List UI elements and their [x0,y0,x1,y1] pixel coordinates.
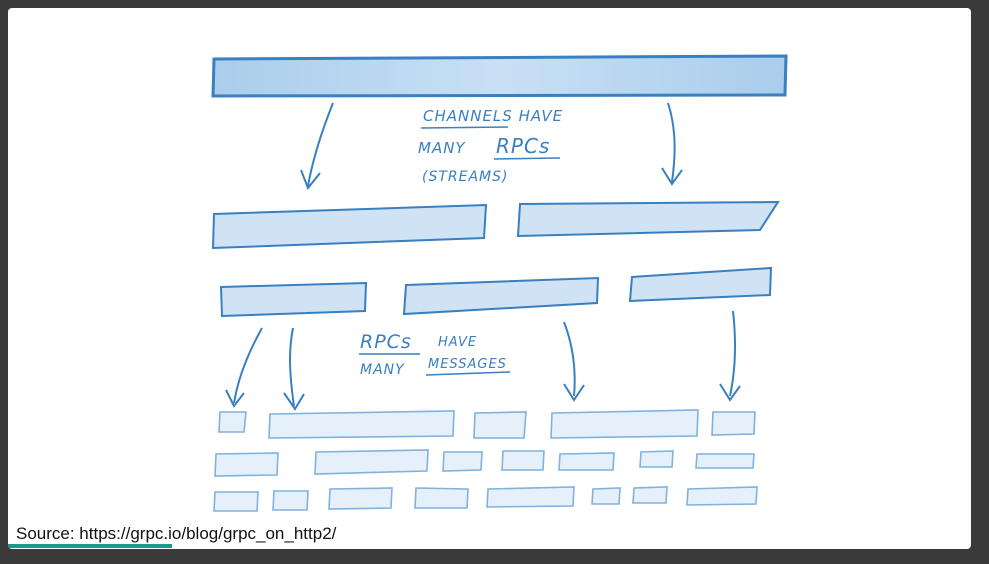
message-block [328,487,393,510]
rpc-note-many: MANY [360,362,405,378]
stream-bar-right [516,200,780,238]
message-block [272,490,309,511]
message-block [314,449,429,475]
message-block [550,409,699,439]
channel-bar [211,54,788,98]
message-block [442,451,483,472]
rpc-note: RPCs HAVE MANY MESSAGES [359,331,511,378]
rpc-bar-2 [402,276,600,316]
arrow-msg-2-icon [289,327,295,407]
channel-note-many: MANY [418,139,466,157]
channel-note-streams: (STREAMS) [422,169,508,185]
rpc-note-have: HAVE [438,335,477,350]
channel-note: CHANNELS HAVE MANY RPCs (STREAMS) [418,107,563,185]
message-block [214,452,279,477]
rpc-bar-1 [219,281,368,318]
rpc-note-rpcs: RPCs [360,331,412,353]
message-block [695,453,755,469]
message-blocks [213,409,758,512]
message-block [639,450,674,468]
arrow-msg-1-icon [233,327,263,404]
arrow-right-icon [667,102,676,183]
message-block [591,487,621,505]
arrow-msg-4-icon [729,310,736,397]
message-block [473,411,527,439]
channel-note-rpcs: RPCs [496,134,550,158]
message-block [268,410,455,439]
rpc-bar-3 [628,266,773,303]
channel-note-line1: CHANNELS HAVE [423,107,563,125]
message-block [218,411,247,433]
grpc-channels-sketch: CHANNELS HAVE MANY RPCs (STREAMS) RPCs H… [211,54,788,512]
message-block [486,486,575,508]
message-block [501,450,545,471]
rpc-note-messages: MESSAGES [428,357,507,372]
stream-bar-left [211,203,488,250]
slide-progress-fill [8,544,172,548]
slide: CHANNELS HAVE MANY RPCs (STREAMS) RPCs H… [8,8,971,549]
message-block [414,487,469,509]
slide-progress-bar [8,544,971,549]
presentation-frame: CHANNELS HAVE MANY RPCs (STREAMS) RPCs H… [0,0,989,564]
message-block [558,452,615,471]
message-block [711,411,756,436]
message-block [686,486,758,506]
source-citation: Source: https://grpc.io/blog/grpc_on_htt… [16,524,337,543]
message-block [213,491,259,512]
message-block [632,486,668,504]
